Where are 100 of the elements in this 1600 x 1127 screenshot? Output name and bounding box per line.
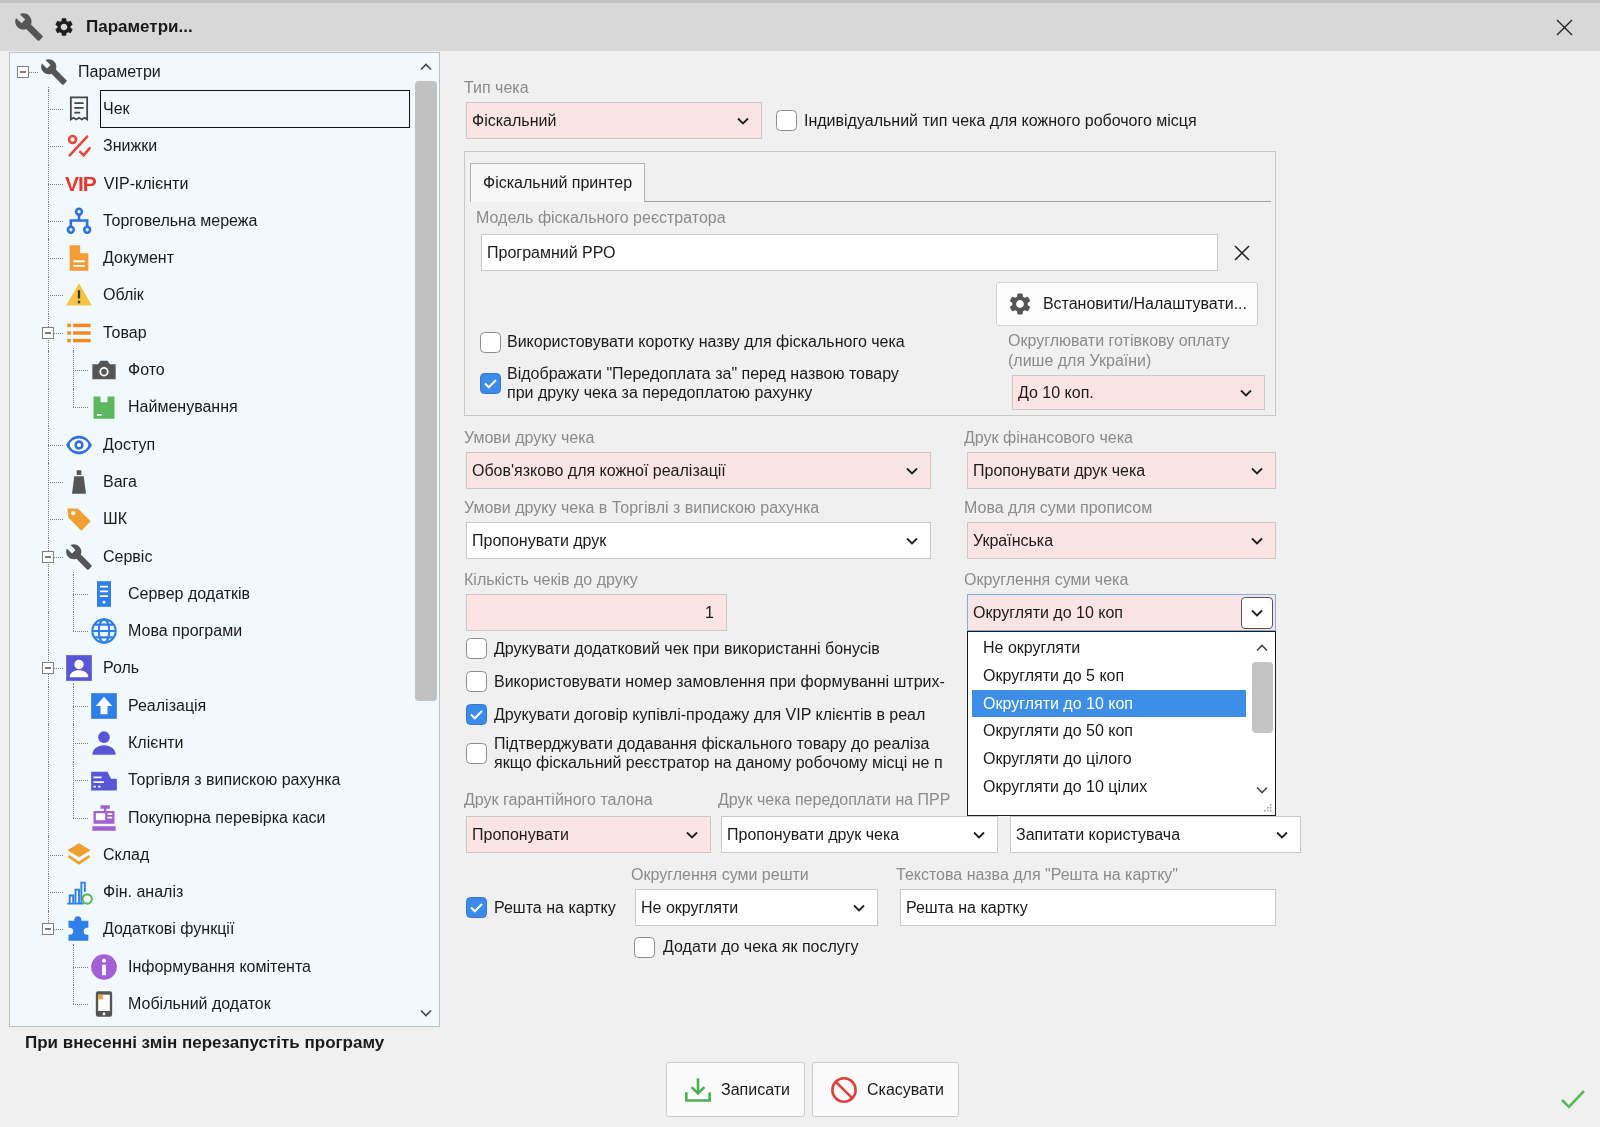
tree-item[interactable]: Документ bbox=[100, 246, 177, 271]
tree-item[interactable]: Додаткові функції bbox=[100, 917, 238, 942]
tree-item[interactable]: Параметри bbox=[75, 59, 164, 84]
checkbox-label[interactable]: Використовувати номер замовлення при формуванні штрих- bbox=[494, 671, 945, 692]
tree-item[interactable]: Фото bbox=[125, 358, 168, 382]
checkbox-label[interactable]: Решта на картку bbox=[494, 897, 616, 918]
checkbox[interactable] bbox=[466, 671, 487, 692]
dropdown[interactable]: Пропонувати друк чека bbox=[721, 816, 998, 853]
collapse-icon[interactable] bbox=[42, 326, 54, 339]
checkbox[interactable] bbox=[776, 110, 797, 131]
checkbox[interactable] bbox=[480, 331, 501, 353]
tree-item[interactable]: Доступ bbox=[100, 432, 159, 457]
user-card-icon bbox=[65, 654, 93, 683]
dropdown-option[interactable]: Округляти до 5 коп bbox=[972, 661, 1246, 690]
download-icon bbox=[684, 1075, 712, 1104]
dropdown-option[interactable]: Округляти до цілого bbox=[972, 745, 1246, 773]
field-label: Округлення суми чека bbox=[964, 571, 1129, 589]
chevron-down-icon bbox=[1241, 596, 1273, 629]
field-label: Тип чека bbox=[464, 79, 529, 97]
tree-item[interactable]: Мобільний додаток bbox=[125, 992, 274, 1017]
user-icon bbox=[90, 729, 118, 757]
tree-item[interactable]: Мова програми bbox=[125, 619, 246, 644]
dropdown[interactable]: До 10 коп. bbox=[1012, 375, 1265, 410]
tree-item[interactable]: Сервіс bbox=[100, 544, 156, 569]
dropdown[interactable]: Пропонувати друк чека bbox=[967, 452, 1276, 489]
setup-button[interactable]: Встановити/Налаштувати... bbox=[995, 282, 1258, 326]
collapse-icon[interactable] bbox=[17, 65, 29, 78]
dropdown-option[interactable]: Округляти до 10 цілих bbox=[972, 773, 1246, 801]
tree-item[interactable]: Найменування bbox=[125, 395, 241, 420]
tree-item[interactable]: Сервер додатків bbox=[125, 581, 254, 606]
tab[interactable]: Фіскальний принтер bbox=[470, 163, 646, 202]
tree-item[interactable]: ШК bbox=[100, 507, 130, 532]
tree-item[interactable]: Роль bbox=[100, 656, 143, 681]
dropdown[interactable]: Українська bbox=[967, 522, 1276, 559]
collapse-icon[interactable] bbox=[42, 923, 54, 936]
tree-item[interactable]: Покупюрна перевірка каси bbox=[125, 805, 329, 830]
tree-item[interactable]: VIP-клієнти bbox=[100, 171, 192, 196]
cancel-button[interactable]: Скасувати bbox=[812, 1062, 959, 1117]
restart-note: При внесенні змін перезапустіть програму bbox=[25, 1033, 385, 1053]
tree-item[interactable]: Склад bbox=[100, 842, 153, 867]
dropdown[interactable]: Не округляти bbox=[635, 889, 878, 926]
tree-item[interactable]: Вага bbox=[100, 469, 140, 494]
scroll-thumb[interactable] bbox=[1251, 662, 1273, 733]
dropdown[interactable]: Обов'язково для кожної реалізації bbox=[466, 452, 931, 489]
tree-item[interactable]: Торгівля з випискою рахунка bbox=[125, 768, 344, 793]
checkbox-label[interactable]: Індивідуальний тип чека для кожного робочого місця bbox=[804, 110, 1197, 131]
checkbox[interactable] bbox=[466, 638, 487, 659]
wrench-icon bbox=[40, 57, 68, 86]
cash-register-icon bbox=[90, 803, 118, 832]
dropdown[interactable]: Запитати користувача bbox=[1010, 816, 1301, 853]
collapse-icon[interactable] bbox=[42, 550, 54, 563]
upload-icon bbox=[90, 691, 118, 720]
dropdown[interactable]: Фіскальний bbox=[466, 102, 762, 139]
save-button[interactable]: Записати bbox=[666, 1062, 805, 1117]
checkbox-label[interactable]: Відображати "Передоплата за" перед назвою товару при друку чека за передоплатою рахунку bbox=[507, 363, 899, 403]
scroll-thumb[interactable] bbox=[414, 81, 437, 701]
checkbox-label[interactable]: Використовувати коротку назву для фіскального чека bbox=[507, 332, 905, 352]
field-label: Мова для суми прописом bbox=[964, 499, 1153, 517]
tree-item[interactable]: Чек bbox=[100, 90, 410, 128]
field-label: Друк фінансового чека bbox=[964, 429, 1133, 447]
tree-item[interactable]: Клієнти bbox=[125, 731, 187, 755]
dropdown[interactable]: Пропонувати bbox=[466, 816, 711, 853]
field-label: Друк гарантійного талона bbox=[464, 791, 653, 809]
checkbox-label[interactable]: Друкувати додатковий чек при використанні бонусів bbox=[494, 638, 880, 659]
field-label: Умови друку чека bbox=[464, 429, 595, 447]
collapse-icon[interactable] bbox=[42, 662, 54, 675]
info-icon bbox=[90, 952, 118, 981]
input-field[interactable]: Програмний РРО bbox=[481, 234, 1218, 271]
tree-item[interactable]: Інформування комітента bbox=[125, 954, 314, 979]
wrench-icon bbox=[65, 542, 93, 571]
vip-logo: VIP bbox=[65, 171, 96, 196]
input-field[interactable]: 1 bbox=[466, 594, 727, 631]
checkbox-label[interactable]: Додати до чека як послугу bbox=[663, 937, 859, 957]
checkbox-label[interactable]: Друкувати договір купівлі-продажу для VIP клієнтів в реал bbox=[494, 704, 926, 725]
field-label: Округлення суми решти bbox=[631, 866, 809, 884]
tree-item[interactable]: Знижки bbox=[100, 134, 161, 159]
dropdown-option[interactable]: Не округляти bbox=[972, 634, 1246, 662]
checkbox-label[interactable]: Підтверджувати додавання фіскального товару до реаліза якщо фіскальний реєстратор на даному робочому місці не п bbox=[494, 733, 943, 773]
resize-grip-icon[interactable] bbox=[1263, 803, 1272, 812]
clear-icon[interactable] bbox=[1234, 244, 1250, 261]
close-icon[interactable] bbox=[1556, 18, 1573, 36]
settings-icon bbox=[53, 16, 75, 38]
checkbox[interactable] bbox=[480, 372, 501, 394]
input-field[interactable]: Решта на картку bbox=[900, 889, 1276, 926]
checkbox[interactable] bbox=[634, 936, 655, 958]
field-label: Текстова назва для "Решта на картку" bbox=[896, 866, 1179, 884]
globe-icon bbox=[90, 617, 118, 646]
wrench-icon bbox=[14, 12, 44, 42]
checkbox[interactable] bbox=[466, 742, 487, 764]
dropdown[interactable]: Пропонувати друк bbox=[466, 522, 931, 559]
tree-item[interactable]: Фін. аналіз bbox=[100, 880, 187, 905]
checkbox[interactable] bbox=[466, 897, 487, 918]
tree-item[interactable]: Торговельна мережа bbox=[100, 208, 261, 233]
checkbox[interactable] bbox=[466, 704, 487, 725]
check-icon bbox=[1560, 1088, 1586, 1110]
tree-item[interactable]: Облік bbox=[100, 283, 147, 308]
tree-item[interactable]: Реалізація bbox=[125, 693, 210, 718]
tree-item[interactable]: Товар bbox=[100, 320, 150, 345]
dropdown[interactable]: Округляти до 10 коп bbox=[967, 594, 1276, 631]
dropdown-option[interactable]: Округляти до 50 коп bbox=[972, 717, 1246, 746]
